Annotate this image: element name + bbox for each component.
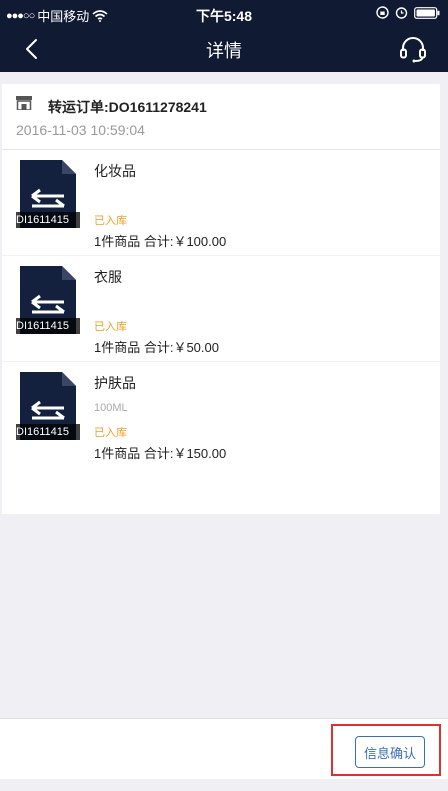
item-thumbnail: DI1611415	[16, 266, 80, 334]
order-header: 转运订单:DO1611278241 2016-11-03 10:59:04	[2, 84, 440, 150]
thumbnail-caption: DI1611415	[16, 318, 80, 334]
nav-bar: 详情	[0, 28, 448, 72]
item-summary: 1件商品 合计:￥50.00	[94, 340, 219, 355]
list-item[interactable]: DI1611415 衣服 已入库 1件商品 合计:￥50.00	[2, 256, 440, 362]
order-time: 2016-11-03 10:59:04	[16, 122, 145, 138]
item-name: 护肤品	[94, 375, 136, 391]
item-summary: 1件商品 合计:￥100.00	[94, 234, 227, 249]
item-status: 已入库	[94, 427, 127, 439]
status-bar: ●●●○○ 中国移动 下午5:48	[0, 0, 448, 28]
page-title: 详情	[206, 41, 242, 61]
item-status: 已入库	[94, 321, 127, 333]
item-thumbnail: DI1611415	[16, 372, 80, 440]
thumbnail-caption: DI1611415	[16, 212, 80, 228]
customer-service-button[interactable]	[398, 34, 428, 66]
thumbnail-caption: DI1611415	[16, 424, 80, 440]
item-thumbnail: DI1611415	[16, 160, 80, 228]
bottom-action-bar: 信息确认	[0, 718, 448, 779]
order-card: 转运订单:DO1611278241 2016-11-03 10:59:04 DI…	[2, 84, 440, 514]
status-right	[376, 6, 440, 19]
item-spec: 100ML	[94, 402, 128, 414]
battery-icon	[414, 6, 440, 19]
item-name: 衣服	[94, 269, 122, 285]
store-icon	[16, 96, 32, 110]
item-summary: 1件商品 合计:￥150.00	[94, 446, 227, 461]
order-number: 转运订单:DO1611278241	[48, 99, 207, 115]
headset-icon	[400, 37, 426, 63]
lock-rotation-icon	[376, 6, 389, 19]
item-name: 化妆品	[94, 163, 136, 179]
alarm-icon	[395, 7, 408, 19]
confirm-info-button[interactable]: 信息确认	[355, 736, 425, 768]
list-item[interactable]: DI1611415 护肤品 100ML 已入库 1件商品 合计:￥150.00	[2, 362, 440, 467]
item-status: 已入库	[94, 215, 127, 227]
list-item[interactable]: DI1611415 化妆品 已入库 1件商品 合计:￥100.00	[2, 150, 440, 256]
